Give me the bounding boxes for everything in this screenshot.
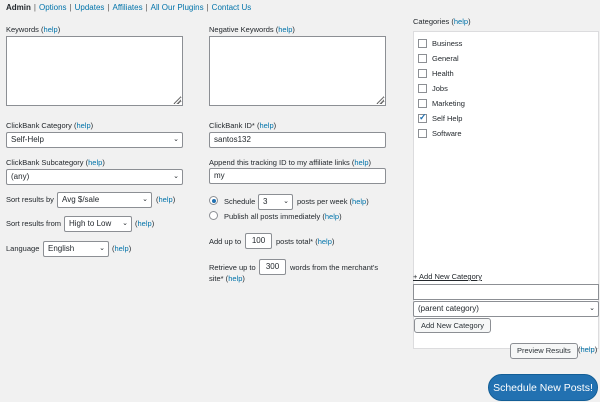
negative-keywords-label: Negative Keywords (help) bbox=[209, 25, 295, 34]
sort-from-help-link[interactable]: help bbox=[138, 219, 152, 228]
sort-from-select[interactable]: High to Low ⌄ bbox=[64, 216, 132, 232]
language-help: (help) bbox=[112, 244, 132, 253]
retrieve-help-link[interactable]: help bbox=[228, 274, 242, 283]
tab-updates[interactable]: Updates bbox=[75, 3, 105, 12]
clickbank-subcategory-label: ClickBank Subcategory (help) bbox=[6, 158, 105, 167]
preview-help-link[interactable]: help bbox=[581, 345, 595, 354]
category-checkbox[interactable] bbox=[418, 38, 427, 48]
clickbank-id-label: ClickBank ID* (help) bbox=[209, 121, 277, 130]
language-label: Language bbox=[6, 244, 40, 253]
tracking-id-label: Append this tracking ID to my affiliate … bbox=[209, 158, 372, 167]
categories-label: Categories (help) bbox=[413, 17, 471, 26]
category-checkbox-checked[interactable] bbox=[418, 112, 427, 123]
category-item[interactable]: Marketing bbox=[418, 98, 465, 111]
tracking-id-help-link[interactable]: help bbox=[354, 158, 368, 167]
add-new-category-link[interactable]: + Add New Category bbox=[413, 272, 482, 281]
parent-category-select[interactable]: (parent category) ⌄ bbox=[413, 301, 599, 317]
chevron-down-icon: ⌄ bbox=[122, 220, 128, 227]
clickbank-category-select[interactable]: Self-Help ⌄ bbox=[6, 132, 183, 148]
chevron-down-icon: ⌄ bbox=[173, 173, 179, 180]
clickbank-category-help-link[interactable]: help bbox=[76, 121, 90, 130]
tab-separator: | bbox=[206, 3, 209, 12]
publish-all-help-link[interactable]: help bbox=[325, 212, 339, 221]
tab-contact-us[interactable]: Contact Us bbox=[212, 3, 252, 12]
category-item[interactable]: Jobs bbox=[418, 83, 448, 96]
sort-by-select[interactable]: Avg $/sale ⌄ bbox=[57, 192, 152, 208]
preview-results-button[interactable]: Preview Results bbox=[510, 343, 578, 359]
keywords-help-link[interactable]: help bbox=[44, 25, 58, 34]
tracking-id-input[interactable]: my bbox=[209, 168, 386, 184]
sort-by-help: (help) bbox=[156, 195, 176, 204]
admin-tabs: Admin | Options | Updates | Affiliates | All Our… bbox=[6, 3, 251, 12]
keywords-textarea[interactable] bbox=[6, 36, 183, 106]
schedule-help-link[interactable]: help bbox=[352, 197, 366, 206]
add-new-category-button[interactable]: Add New Category bbox=[414, 318, 491, 333]
category-item[interactable]: Self Help bbox=[418, 112, 462, 126]
tab-admin[interactable]: Admin bbox=[6, 3, 31, 12]
category-item[interactable]: Business bbox=[418, 38, 462, 51]
tab-all-plugins[interactable]: All Our Plugins bbox=[151, 3, 204, 12]
category-item[interactable]: Health bbox=[418, 68, 454, 81]
posts-total-label: posts total* (help) bbox=[276, 237, 335, 246]
tab-separator: | bbox=[145, 3, 148, 12]
category-checkbox[interactable] bbox=[418, 98, 427, 108]
add-up-to-help-link[interactable]: help bbox=[318, 237, 332, 246]
negative-keywords-help-link[interactable]: help bbox=[278, 25, 292, 34]
categories-help-link[interactable]: help bbox=[454, 17, 468, 26]
language-select[interactable]: English ⌄ bbox=[43, 241, 109, 257]
language-help-link[interactable]: help bbox=[115, 244, 129, 253]
tab-affiliates[interactable]: Affiliates bbox=[113, 3, 143, 12]
add-up-to-label: Add up to bbox=[209, 237, 242, 246]
category-checkbox[interactable] bbox=[418, 128, 427, 138]
tab-options[interactable]: Options bbox=[39, 3, 67, 12]
clickbank-subcategory-select[interactable]: (any) ⌄ bbox=[6, 169, 183, 185]
new-category-name-input[interactable] bbox=[413, 284, 599, 300]
publish-all-radio[interactable] bbox=[209, 211, 218, 220]
category-item[interactable]: General bbox=[418, 53, 459, 66]
preview-help: (help) bbox=[578, 345, 598, 354]
publish-all-label: Publish all posts immediately (help) bbox=[224, 212, 342, 221]
clickbank-category-label: ClickBank Category (help) bbox=[6, 121, 94, 130]
sort-from-label: Sort results from bbox=[6, 219, 62, 228]
schedule-count-select[interactable]: 3 ⌄ bbox=[258, 194, 293, 210]
retrieve-words-input[interactable]: 300 bbox=[259, 259, 286, 275]
category-checkbox[interactable] bbox=[418, 53, 427, 63]
chevron-down-icon: ⌄ bbox=[99, 245, 105, 252]
sort-by-help-link[interactable]: help bbox=[159, 195, 173, 204]
schedule-radio[interactable] bbox=[209, 196, 218, 205]
chevron-down-icon: ⌄ bbox=[589, 305, 595, 312]
keywords-label: Keywords (help) bbox=[6, 25, 61, 34]
clickbank-id-help-link[interactable]: help bbox=[259, 121, 273, 130]
sort-by-label: Sort results by bbox=[6, 195, 54, 204]
clickbank-subcategory-help-link[interactable]: help bbox=[88, 158, 102, 167]
negative-keywords-textarea[interactable] bbox=[209, 36, 386, 106]
add-up-to-input[interactable]: 100 bbox=[245, 233, 272, 249]
clickbank-id-input[interactable]: santos132 bbox=[209, 132, 386, 148]
posts-per-week-label: posts per week (help) bbox=[297, 197, 369, 206]
sort-from-help: (help) bbox=[135, 219, 155, 228]
chevron-down-icon: ⌄ bbox=[142, 196, 148, 203]
category-item[interactable]: Software bbox=[418, 128, 462, 141]
category-checkbox[interactable] bbox=[418, 68, 427, 78]
tab-separator: | bbox=[33, 3, 36, 12]
retrieve-site-label: site* (help) bbox=[209, 274, 245, 283]
chevron-down-icon: ⌄ bbox=[173, 136, 179, 143]
schedule-new-posts-button[interactable]: Schedule New Posts! bbox=[488, 374, 598, 401]
tab-separator: | bbox=[69, 3, 72, 12]
chevron-down-icon: ⌄ bbox=[283, 198, 289, 205]
schedule-label: Schedule bbox=[224, 197, 256, 206]
retrieve-label: Retrieve up to bbox=[209, 263, 256, 272]
retrieve-words-label: words from the merchant's bbox=[290, 263, 379, 272]
category-checkbox[interactable] bbox=[418, 83, 427, 93]
tab-separator: | bbox=[107, 3, 110, 12]
